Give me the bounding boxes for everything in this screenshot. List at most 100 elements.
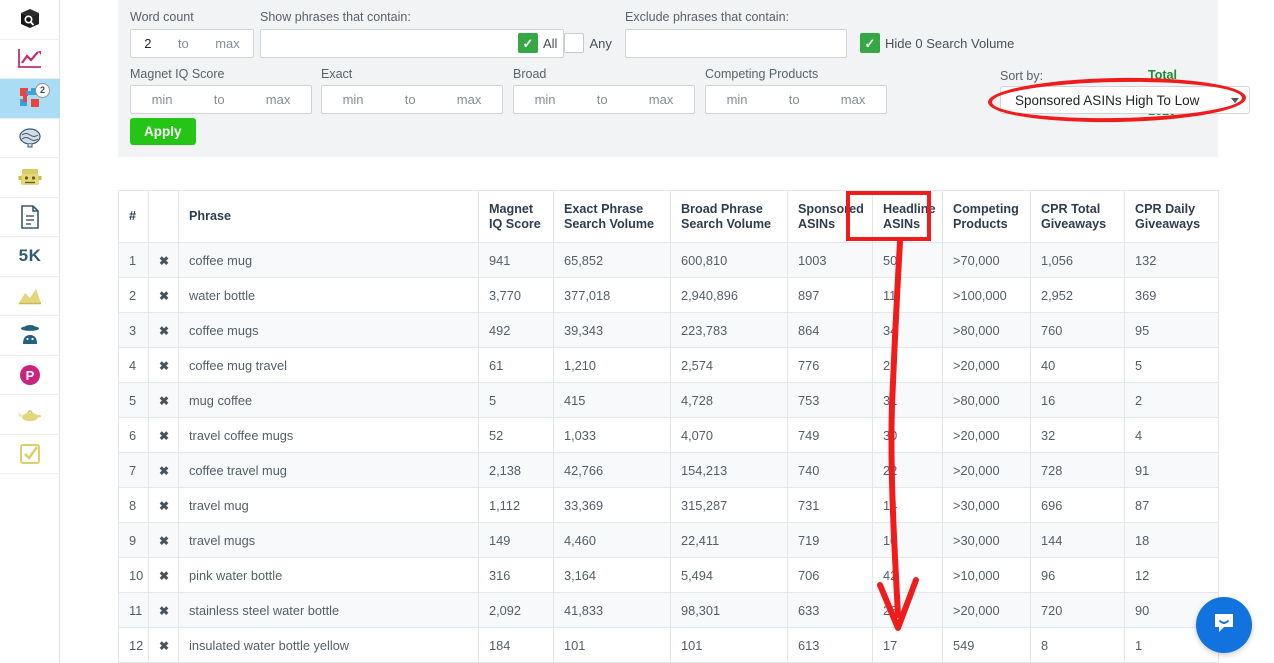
magnet-iq-min[interactable]: min bbox=[152, 92, 173, 107]
col-exact-phrase-search-volume[interactable]: Exact Phrase Search Volume bbox=[553, 190, 671, 243]
remove-row-button[interactable]: ✖ bbox=[148, 627, 179, 663]
remove-row-button[interactable]: ✖ bbox=[148, 277, 179, 313]
magnet-iq-max[interactable]: max bbox=[266, 92, 291, 107]
show-phrases-any-checkbox[interactable] bbox=[564, 33, 585, 53]
broad-min[interactable]: min bbox=[535, 92, 556, 107]
broad-max[interactable]: max bbox=[649, 92, 674, 107]
cell-cpr-daily-giveaways: 369 bbox=[1124, 277, 1219, 313]
sidebar-item-product-research[interactable] bbox=[0, 0, 60, 40]
cell-exact-phrase-search-volume: 41,833 bbox=[553, 592, 671, 628]
row-index: 6 bbox=[118, 417, 149, 453]
cell-phrase: stainless steel water bottle bbox=[178, 592, 479, 628]
cell-magnet-iq-score: 5 bbox=[478, 382, 554, 418]
checklist-icon bbox=[18, 442, 42, 466]
cell-competing-products: >10,000 bbox=[942, 557, 1031, 593]
remove-icon[interactable]: ✖ bbox=[159, 604, 169, 618]
table-header: # Phrase Magnet IQ Score Exact Phrase Se… bbox=[118, 190, 1219, 243]
sidebar-item-5k-checker[interactable]: 5K bbox=[0, 237, 60, 277]
magnet-iq-score-range[interactable]: min to max bbox=[130, 85, 312, 114]
sidebar-item-scribbles[interactable] bbox=[0, 198, 60, 237]
trend-chart-icon bbox=[17, 47, 43, 71]
cell-sponsored-asins: 776 bbox=[787, 347, 873, 383]
cell-broad-phrase-search-volume: 5,494 bbox=[670, 557, 788, 593]
cell-sponsored-asins: 719 bbox=[787, 522, 873, 558]
remove-icon[interactable]: ✖ bbox=[159, 464, 169, 478]
word-count-min-value[interactable]: 2 bbox=[144, 36, 151, 51]
remove-row-button[interactable]: ✖ bbox=[148, 592, 179, 628]
cell-sponsored-asins: 706 bbox=[787, 557, 873, 593]
remove-row-button[interactable]: ✖ bbox=[148, 347, 179, 383]
sidebar-item-profits[interactable]: P bbox=[0, 356, 60, 395]
col-headline-asins[interactable]: Headline ASINs bbox=[872, 190, 943, 243]
remove-icon[interactable]: ✖ bbox=[159, 639, 169, 653]
cell-headline-asins: 34 bbox=[872, 312, 943, 348]
col-index[interactable]: # bbox=[118, 190, 149, 243]
apply-button[interactable]: Apply bbox=[130, 118, 196, 145]
remove-icon[interactable]: ✖ bbox=[159, 324, 169, 338]
remove-row-button[interactable]: ✖ bbox=[148, 487, 179, 523]
word-count-max-value[interactable]: max bbox=[215, 36, 240, 51]
exact-min[interactable]: min bbox=[343, 92, 364, 107]
cell-magnet-iq-score: 52 bbox=[478, 417, 554, 453]
cell-cpr-daily-giveaways: 12 bbox=[1124, 557, 1219, 593]
col-cpr-total-giveaways[interactable]: CPR Total Giveaways bbox=[1030, 190, 1125, 243]
col-magnet-iq-score[interactable]: Magnet IQ Score bbox=[478, 190, 554, 243]
word-count-label: Word count bbox=[130, 10, 194, 24]
remove-row-button[interactable]: ✖ bbox=[148, 557, 179, 593]
competing-min[interactable]: min bbox=[727, 92, 748, 107]
broad-range[interactable]: min to max bbox=[513, 85, 695, 114]
message-smile-icon bbox=[1210, 609, 1238, 642]
sidebar-item-magnet[interactable]: 2 bbox=[0, 79, 60, 119]
hide-zero-volume-checkbox[interactable]: ✓ bbox=[860, 33, 880, 53]
col-phrase[interactable]: Phrase bbox=[178, 190, 479, 243]
col-broad-phrase-search-volume[interactable]: Broad Phrase Search Volume bbox=[670, 190, 788, 243]
remove-icon[interactable]: ✖ bbox=[159, 569, 169, 583]
remove-icon[interactable]: ✖ bbox=[159, 394, 169, 408]
row-index: 1 bbox=[118, 242, 149, 278]
cell-sponsored-asins: 897 bbox=[787, 277, 873, 313]
cell-phrase: coffee mugs bbox=[178, 312, 479, 348]
remove-row-button[interactable]: ✖ bbox=[148, 417, 179, 453]
sidebar-item-frankenstein[interactable] bbox=[0, 158, 60, 198]
word-count-input[interactable]: 2 to max bbox=[130, 29, 254, 58]
exclude-phrases-input[interactable] bbox=[625, 29, 847, 58]
sidebar-item-keyword-tracker[interactable] bbox=[0, 277, 60, 316]
remove-icon[interactable]: ✖ bbox=[159, 289, 169, 303]
cell-cpr-daily-giveaways: 132 bbox=[1124, 242, 1219, 278]
competing-max[interactable]: max bbox=[841, 92, 866, 107]
remove-icon[interactable]: ✖ bbox=[159, 429, 169, 443]
remove-row-button[interactable]: ✖ bbox=[148, 522, 179, 558]
remove-row-button[interactable]: ✖ bbox=[148, 452, 179, 488]
remove-icon[interactable]: ✖ bbox=[159, 359, 169, 373]
chat-widget-button[interactable] bbox=[1196, 597, 1252, 653]
exact-max[interactable]: max bbox=[457, 92, 482, 107]
cell-headline-asins: 30 bbox=[872, 417, 943, 453]
cell-competing-products: >30,000 bbox=[942, 487, 1031, 523]
sort-by-select[interactable]: Sponsored ASINs High To Low bbox=[1000, 86, 1250, 114]
remove-row-button[interactable]: ✖ bbox=[148, 242, 179, 278]
exact-range[interactable]: min to max bbox=[321, 85, 503, 114]
magnet-keyword-research-page: 2 5K P Word count 2 to max Show phrases … bbox=[0, 0, 1274, 663]
cell-sponsored-asins: 740 bbox=[787, 452, 873, 488]
remove-row-button[interactable]: ✖ bbox=[148, 382, 179, 418]
sidebar-item-cerebro[interactable] bbox=[0, 119, 60, 158]
col-competing-products[interactable]: Competing Products bbox=[942, 190, 1031, 243]
show-phrases-all-checkbox[interactable]: ✓ bbox=[518, 33, 538, 53]
remove-icon[interactable]: ✖ bbox=[159, 534, 169, 548]
cell-exact-phrase-search-volume: 1,033 bbox=[553, 417, 671, 453]
cell-exact-phrase-search-volume: 101 bbox=[553, 627, 671, 663]
row-index: 9 bbox=[118, 522, 149, 558]
cell-cpr-daily-giveaways: 4 bbox=[1124, 417, 1219, 453]
competing-products-range[interactable]: min to max bbox=[705, 85, 887, 114]
cell-cpr-total-giveaways: 760 bbox=[1030, 312, 1125, 348]
col-sponsored-asins[interactable]: Sponsored ASINs bbox=[787, 190, 873, 243]
exact-to: to bbox=[404, 92, 416, 107]
remove-icon[interactable]: ✖ bbox=[159, 254, 169, 268]
col-cpr-daily-giveaways[interactable]: CPR Daily Giveaways bbox=[1124, 190, 1219, 243]
sidebar-item-refund-genie[interactable] bbox=[0, 395, 60, 435]
remove-row-button[interactable]: ✖ bbox=[148, 312, 179, 348]
sidebar-item-listing-checklist[interactable] bbox=[0, 435, 60, 474]
remove-icon[interactable]: ✖ bbox=[159, 499, 169, 513]
sidebar-item-inspector[interactable] bbox=[0, 316, 60, 356]
sidebar-item-trends[interactable] bbox=[0, 40, 60, 79]
